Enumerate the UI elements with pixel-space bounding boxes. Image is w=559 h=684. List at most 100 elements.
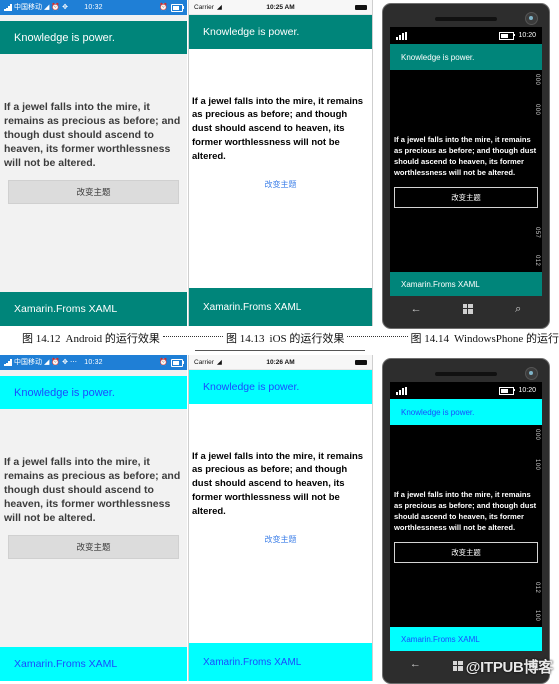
alarm-icon: ⏰ xyxy=(51,359,61,366)
wp-device-top xyxy=(390,10,542,27)
signal-icon xyxy=(396,386,407,395)
wp-device-shell: 10:20 Knowledge is power. If a jewel fal… xyxy=(382,358,550,684)
ios-status-bar: Carrier ◢ 10:26 AM xyxy=(189,355,372,370)
android-phone-teal: 中国移动 ◢ ⏰ ✥ 10:32 ⏰ Knowledge is power. I… xyxy=(0,0,188,326)
ios-content: If a jewel falls into the mire, it remai… xyxy=(189,49,372,288)
signal-icon xyxy=(4,359,12,366)
quote-text: If a jewel falls into the mire, it remai… xyxy=(192,95,364,162)
horizontal-rule xyxy=(195,350,365,351)
wp-footer-cyan: Xamarin.Froms XAML xyxy=(390,627,542,651)
android-footer-cyan: Xamarin.Froms XAML xyxy=(0,647,187,681)
wp-content: If a jewel falls into the mire, it remai… xyxy=(390,425,542,627)
battery-icon xyxy=(171,3,184,12)
dot-leader xyxy=(162,335,224,337)
wp-marker: 000 xyxy=(534,74,540,86)
ios-header-teal: Knowledge is power. xyxy=(189,15,372,49)
wp-marker: 012 xyxy=(534,581,540,593)
dot-leader xyxy=(347,335,408,337)
ios-content: If a jewel falls into the mire, it remai… xyxy=(189,404,372,643)
footer-label: Xamarin.Froms XAML xyxy=(203,656,302,668)
change-theme-button[interactable]: 改变主题 xyxy=(8,535,179,560)
wifi-icon: ◢ xyxy=(216,4,222,11)
change-theme-button[interactable]: 改变主题 xyxy=(191,179,370,190)
screenshot-row-teal: 中国移动 ◢ ⏰ ✥ 10:32 ⏰ Knowledge is power. I… xyxy=(0,0,559,329)
ios-phone-teal: Carrier ◢ 10:25 AM Knowledge is power. I… xyxy=(188,0,373,326)
alarm-icon: ⏰ xyxy=(159,359,168,366)
footer-label: Xamarin.Froms XAML xyxy=(401,634,480,644)
bluetooth-icon: ✥ xyxy=(62,359,68,366)
ios-clock: 10:25 AM xyxy=(266,3,295,11)
header-label: Knowledge is power. xyxy=(14,386,115,399)
wp-marker: 057 xyxy=(534,226,540,238)
wifi-icon: ◢ xyxy=(44,4,50,11)
change-theme-button[interactable]: 改变主题 xyxy=(394,542,538,563)
battery-icon xyxy=(171,358,184,367)
quote-text: If a jewel falls into the mire, it remai… xyxy=(192,450,364,517)
android-status-bar: 中国移动 ◢ ⏰ ✥ ⋯ 10:32 ⏰ xyxy=(0,355,187,370)
back-arrow-icon[interactable]: ← xyxy=(411,303,422,315)
back-arrow-icon[interactable]: ← xyxy=(410,658,421,670)
android-bottom-spacer xyxy=(2,559,185,601)
caption-row: 图 14.12 Android 的运行效果 图 14.13 iOS 的运行效果 … xyxy=(0,328,559,348)
change-theme-button[interactable]: 改变主题 xyxy=(8,180,179,205)
carrier-label: Carrier xyxy=(194,3,214,11)
android-bottom-spacer xyxy=(2,204,185,246)
wifi-icon: ◢ xyxy=(216,359,222,366)
watermark-label: @ITPUB博客 xyxy=(465,659,554,676)
android-header-teal: Knowledge is power. xyxy=(0,21,187,54)
footer-label: Xamarin.Froms XAML xyxy=(14,303,118,315)
search-icon[interactable]: ⌕ xyxy=(515,303,521,315)
wp-clock: 10:20 xyxy=(518,32,536,39)
quote-text: If a jewel falls into the mire, it remai… xyxy=(394,490,537,532)
wp-header-cyan: Knowledge is power. xyxy=(390,399,542,425)
ios-clock: 10:26 AM xyxy=(266,358,295,366)
windows-phone-cyan: 10:20 Knowledge is power. If a jewel fal… xyxy=(373,355,559,684)
wp-nav-bar: ← ⌕ xyxy=(390,296,542,322)
android-status-bar: 中国移动 ◢ ⏰ ✥ 10:32 ⏰ xyxy=(0,0,187,15)
carrier-label: 中国移动 xyxy=(14,4,42,11)
caption-windows-phone: 图 14.14 WindowsPhone 的运行效果 xyxy=(411,330,559,346)
figure-text: WindowsPhone 的运行效果 xyxy=(454,333,559,345)
windows-logo-icon[interactable] xyxy=(462,303,474,315)
ios-phone-cyan: Carrier ◢ 10:26 AM Knowledge is power. I… xyxy=(188,355,373,681)
wp-marker: 100 xyxy=(534,459,540,471)
figure-sheet: 中国移动 ◢ ⏰ ✥ 10:32 ⏰ Knowledge is power. I… xyxy=(0,0,559,684)
header-label: Knowledge is power. xyxy=(401,52,475,62)
header-label: Knowledge is power. xyxy=(203,381,300,393)
signal-icon xyxy=(396,31,407,40)
battery-icon xyxy=(499,31,516,40)
quote-text: If a jewel falls into the mire, it remai… xyxy=(394,135,537,177)
battery-icon xyxy=(499,386,516,395)
wp-clock: 10:20 xyxy=(518,387,536,394)
android-phone-cyan: 中国移动 ◢ ⏰ ✥ ⋯ 10:32 ⏰ Knowledge is power.… xyxy=(0,355,188,681)
ios-header-cyan: Knowledge is power. xyxy=(189,370,372,404)
header-label: Knowledge is power. xyxy=(14,31,115,44)
front-camera-icon xyxy=(525,12,538,25)
change-theme-button[interactable]: 改变主题 xyxy=(191,534,370,545)
speaker-grill xyxy=(435,16,497,21)
android-header-cyan: Knowledge is power. xyxy=(0,376,187,409)
quote-text: If a jewel falls into the mire, it remai… xyxy=(4,455,181,525)
wp-status-bar: 10:20 xyxy=(390,382,542,399)
wp-status-bar: 10:20 xyxy=(390,27,542,44)
change-theme-button[interactable]: 改变主题 xyxy=(394,187,538,208)
footer-label: Xamarin.Froms XAML xyxy=(203,301,302,313)
carrier-label: Carrier xyxy=(194,358,214,366)
caption-ios: 图 14.13 iOS 的运行效果 xyxy=(226,330,344,346)
wp-marker: 000 xyxy=(534,104,540,116)
footer-label: Xamarin.Froms XAML xyxy=(14,658,118,670)
wp-content: If a jewel falls into the mire, it remai… xyxy=(390,70,542,272)
bluetooth-icon: ✥ xyxy=(62,4,68,11)
wifi-icon: ◢ xyxy=(44,359,50,366)
front-camera-icon xyxy=(525,367,538,380)
carrier-label: 中国移动 xyxy=(14,359,42,366)
header-label: Knowledge is power. xyxy=(203,26,300,38)
ios-bottom-spacer xyxy=(191,545,370,597)
figure-number: 图 14.13 xyxy=(226,333,265,345)
windows-phone-teal: 10:20 Knowledge is power. If a jewel fal… xyxy=(373,0,559,329)
android-clock: 10:32 xyxy=(84,359,103,366)
ios-footer-teal: Xamarin.Froms XAML xyxy=(189,288,372,326)
figure-number: 图 14.14 xyxy=(410,333,450,345)
ios-footer-cyan: Xamarin.Froms XAML xyxy=(189,643,372,681)
android-footer-teal: Xamarin.Froms XAML xyxy=(0,292,187,326)
